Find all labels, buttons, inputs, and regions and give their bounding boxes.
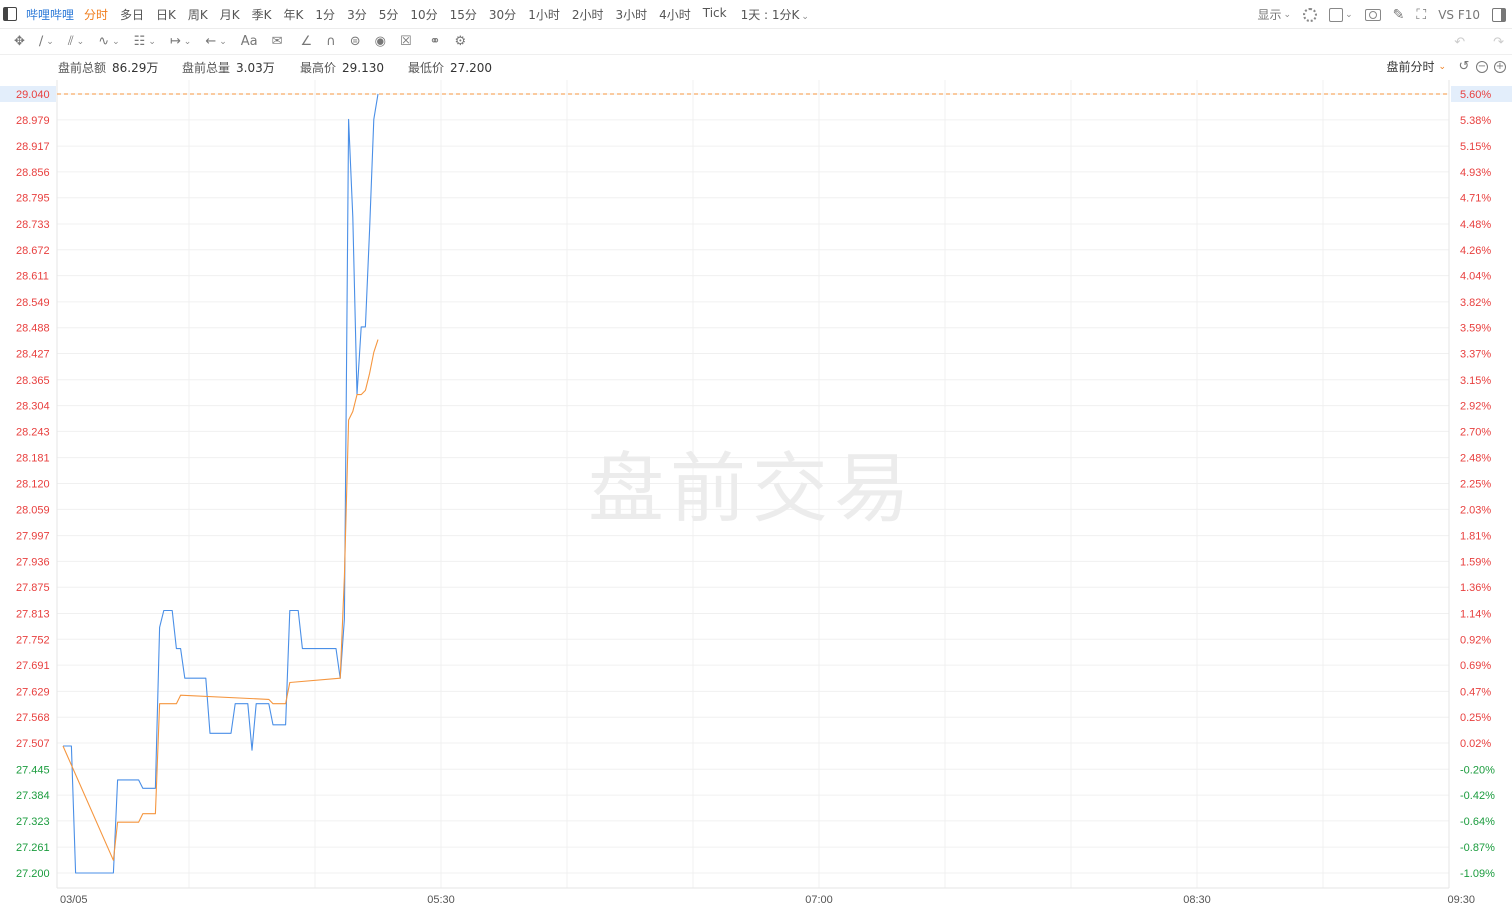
y-tick-label-right: 0.25% bbox=[1460, 712, 1491, 724]
y-tick-label-left: 28.549 bbox=[16, 297, 50, 309]
y-tick-label-left: 28.856 bbox=[16, 167, 50, 179]
x-tick-label: 09:30 bbox=[1447, 894, 1475, 906]
y-tick-label-left: 28.795 bbox=[16, 193, 50, 205]
y-tick-label-left: 28.365 bbox=[16, 375, 50, 387]
y-tick-label-right: 5.15% bbox=[1460, 141, 1491, 153]
y-tick-label-right: 2.48% bbox=[1460, 453, 1491, 465]
y-tick-label-left: 27.997 bbox=[16, 531, 50, 543]
y-tick-label-left: 27.200 bbox=[16, 868, 50, 880]
y-tick-label-left: 28.488 bbox=[16, 323, 50, 335]
y-tick-label-left: 27.568 bbox=[16, 712, 50, 724]
x-tick-label: 03/05 bbox=[60, 894, 88, 906]
y-tick-label-right: 4.26% bbox=[1460, 245, 1491, 257]
y-tick-label-right: -1.09% bbox=[1460, 868, 1495, 880]
y-tick-label-right: 3.82% bbox=[1460, 297, 1491, 309]
y-tick-label-right: 0.69% bbox=[1460, 660, 1491, 672]
y-tick-label-right: 0.92% bbox=[1460, 634, 1491, 646]
y-tick-label-left: 27.261 bbox=[16, 842, 50, 854]
y-tick-label-right: 2.92% bbox=[1460, 401, 1491, 413]
x-tick-label: 08:30 bbox=[1183, 894, 1211, 906]
average-line bbox=[62, 339, 379, 861]
y-tick-label-right: 2.03% bbox=[1460, 504, 1491, 516]
y-tick-label-left: 27.384 bbox=[16, 790, 50, 802]
y-tick-label-left: 28.611 bbox=[16, 271, 49, 283]
y-tick-label-left: 27.875 bbox=[16, 582, 50, 594]
y-tick-label-right: -0.20% bbox=[1460, 764, 1495, 776]
y-tick-label-right: 3.59% bbox=[1460, 323, 1491, 335]
y-tick-label-left: 27.323 bbox=[16, 816, 50, 828]
y-tick-label-left: 27.445 bbox=[16, 764, 50, 776]
y-tick-label-right: 5.38% bbox=[1460, 115, 1491, 127]
y-tick-label-right: 4.04% bbox=[1460, 271, 1491, 283]
y-tick-label-left: 28.733 bbox=[16, 219, 50, 231]
y-tick-label-right: 0.47% bbox=[1460, 686, 1491, 698]
y-tick-label-right: 1.59% bbox=[1460, 556, 1491, 568]
y-tick-label-left: 27.936 bbox=[16, 556, 50, 568]
y-tick-label-left: 27.507 bbox=[16, 738, 50, 750]
y-tick-label-right: 4.48% bbox=[1460, 219, 1491, 231]
y-tick-label-left: 28.672 bbox=[16, 245, 50, 257]
x-tick-label: 07:00 bbox=[805, 894, 833, 906]
y-tick-label-left: 28.243 bbox=[16, 426, 50, 438]
y-tick-label-left: 29.040 bbox=[16, 89, 50, 101]
y-tick-label-right: 5.60% bbox=[1460, 89, 1491, 101]
y-tick-label-right: 2.70% bbox=[1460, 426, 1491, 438]
y-tick-label-left: 28.120 bbox=[16, 479, 50, 491]
y-tick-label-right: 2.25% bbox=[1460, 479, 1491, 491]
watermark: 盘前交易 bbox=[588, 444, 916, 533]
y-tick-label-right: 4.93% bbox=[1460, 167, 1491, 179]
y-tick-label-right: -0.42% bbox=[1460, 790, 1495, 802]
y-tick-label-left: 28.427 bbox=[16, 349, 50, 361]
y-tick-label-left: 28.917 bbox=[16, 141, 50, 153]
y-tick-label-left: 28.304 bbox=[16, 401, 50, 413]
y-tick-label-right: -0.64% bbox=[1460, 816, 1495, 828]
y-tick-label-left: 27.629 bbox=[16, 686, 50, 698]
y-tick-label-left: 28.979 bbox=[16, 115, 50, 127]
price-chart[interactable]: 盘前交易 29.040 5.60% 28.979 5.38% 28.917 5.15% 28… bbox=[0, 0, 1512, 924]
y-tick-label-right: 1.36% bbox=[1460, 582, 1491, 594]
y-tick-label-right: 3.15% bbox=[1460, 375, 1491, 387]
x-tick-label: 05:30 bbox=[427, 894, 455, 906]
y-tick-label-left: 27.691 bbox=[16, 660, 50, 672]
y-tick-label-left: 27.752 bbox=[16, 634, 50, 646]
y-tick-label-left: 28.059 bbox=[16, 504, 50, 516]
y-tick-label-left: 28.181 bbox=[16, 453, 50, 465]
y-tick-label-right: 0.02% bbox=[1460, 738, 1491, 750]
y-tick-label-right: 1.81% bbox=[1460, 531, 1491, 543]
y-tick-label-right: 3.37% bbox=[1460, 349, 1491, 361]
y-tick-label-left: 27.813 bbox=[16, 608, 50, 620]
y-tick-label-right: 4.71% bbox=[1460, 193, 1491, 205]
y-tick-label-right: -0.87% bbox=[1460, 842, 1495, 854]
y-tick-label-right: 1.14% bbox=[1460, 608, 1491, 620]
